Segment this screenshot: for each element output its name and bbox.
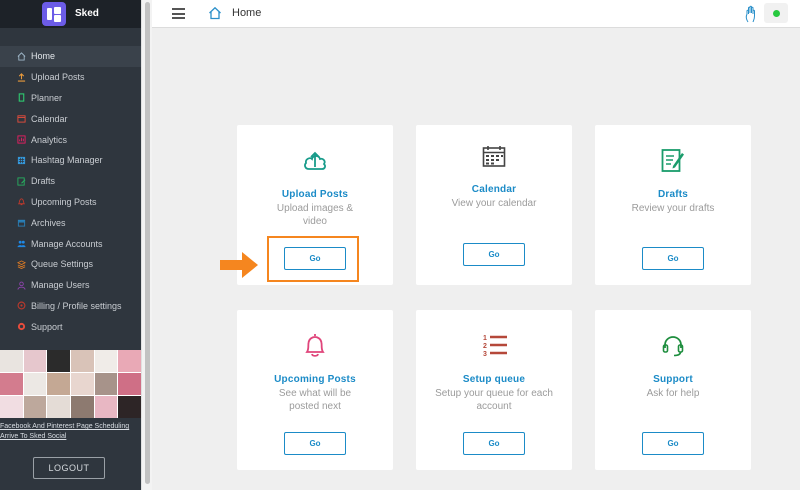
calendar-icon (482, 146, 506, 167)
drafts-icon (661, 149, 684, 172)
card-description: View your calendar (451, 198, 537, 209)
calendar-icon (17, 115, 26, 123)
sidebar-item-label: Drafts (31, 176, 56, 187)
sidebar-item-home[interactable]: Home (0, 46, 141, 67)
sidebar-item-label: Home (31, 51, 56, 62)
card-title: Drafts (657, 189, 689, 200)
sidebar-item-label: Queue Settings (31, 259, 94, 270)
svg-text:2: 2 (483, 343, 487, 350)
card-description: Upload images & video (276, 203, 354, 227)
sidebar-scrollbar[interactable] (141, 0, 152, 490)
hamburger-menu-icon[interactable] (172, 8, 185, 19)
upload-icon (17, 72, 26, 82)
sidebar-item-label: Hashtag Manager (31, 155, 103, 166)
headset-icon (662, 336, 684, 357)
promo-image[interactable] (0, 350, 141, 418)
hashtag-icon (17, 156, 26, 164)
sidebar-item-calendar[interactable]: Calendar (0, 108, 141, 129)
sidebar-item-analytics[interactable]: Analytics (0, 129, 141, 150)
sidebar-item-label: Support (31, 321, 63, 332)
svg-text:1: 1 (483, 335, 487, 342)
sidebar-item-drafts[interactable]: Drafts (0, 171, 141, 192)
analytics-icon (17, 135, 26, 144)
app-name: Sked (75, 8, 99, 19)
home-icon[interactable] (208, 6, 222, 20)
queue-icon (17, 260, 26, 269)
bell-icon (305, 334, 325, 357)
sidebar-item-label: Manage Users (31, 280, 90, 291)
sidebar-item-support[interactable]: Support (0, 316, 141, 337)
sidebar-item-label: Archives (31, 217, 66, 228)
status-indicator[interactable] (764, 3, 788, 23)
sked-logo-icon[interactable] (42, 2, 66, 26)
top-bar: Home (152, 0, 800, 28)
planner-icon (18, 93, 25, 103)
sidebar-item-label: Analytics (31, 134, 68, 145)
sidebar-item-manage-accounts[interactable]: Manage Accounts (0, 233, 141, 254)
go-button[interactable]: Go (642, 247, 704, 270)
numbered-list-icon: 123 (483, 335, 507, 358)
logout-button[interactable]: LOGOUT (33, 457, 105, 479)
card-description: Review your drafts (631, 203, 715, 214)
sidebar-item-planner[interactable]: Planner (0, 88, 141, 109)
promo-link[interactable]: Facebook And Pinterest Page Scheduling A… (0, 422, 141, 442)
card-calendar: Calendar View your calendar Go (416, 125, 572, 285)
scrollbar-thumb[interactable] (145, 2, 150, 484)
home-icon (17, 52, 26, 61)
sidebar-item-label: Billing / Profile settings (31, 300, 122, 311)
sidebar-item-label: Planner (31, 92, 63, 103)
card-upcoming-posts: Upcoming Posts See what will be posted n… (237, 310, 393, 470)
drafts-icon (17, 177, 26, 186)
brand-bar: Sked (0, 0, 141, 28)
online-status-dot (773, 10, 780, 17)
sidebar-item-upload-posts[interactable]: Upload Posts (0, 67, 141, 88)
sidebar-item-manage-users[interactable]: Manage Users (0, 275, 141, 296)
highlight-box (267, 236, 359, 282)
go-button[interactable]: Go (463, 432, 525, 455)
sidebar-item-label: Upcoming Posts (31, 196, 97, 207)
archive-icon (17, 220, 26, 227)
sidebar-nav: Home Upload Posts Planner Calendar Analy… (0, 46, 141, 337)
cloud-upload-icon (304, 151, 326, 170)
card-support: Support Ask for help Go (595, 310, 751, 470)
sidebar-item-hashtag-manager[interactable]: Hashtag Manager (0, 150, 141, 171)
card-title: Upload Posts (281, 189, 349, 200)
card-title: Setup queue (462, 374, 526, 385)
sidebar-item-label: Upload Posts (31, 72, 85, 83)
help-hand-icon[interactable] (744, 5, 758, 23)
sidebar-item-billing-profile[interactable]: Billing / Profile settings (0, 296, 141, 317)
go-button[interactable]: Go (642, 432, 704, 455)
card-title: Support (653, 374, 693, 385)
card-title: Calendar (471, 184, 517, 195)
go-button[interactable]: Go (463, 243, 525, 266)
card-description: See what will be posted next (278, 388, 352, 412)
sidebar-item-queue-settings[interactable]: Queue Settings (0, 254, 141, 275)
support-icon (17, 323, 26, 331)
page-title: Home (232, 7, 262, 19)
sidebar-item-upcoming-posts[interactable]: Upcoming Posts (0, 192, 141, 213)
billing-icon (17, 301, 26, 310)
card-description: Ask for help (646, 388, 700, 399)
sidebar-item-archives[interactable]: Archives (0, 212, 141, 233)
arrow-right-icon (220, 252, 258, 278)
sidebar-item-label: Manage Accounts (31, 238, 103, 249)
sidebar-item-label: Calendar (31, 113, 68, 124)
svg-text:3: 3 (483, 351, 487, 358)
bell-icon (17, 198, 26, 206)
accounts-icon (17, 240, 26, 248)
card-setup-queue: 123 Setup queue Setup your queue for eac… (416, 310, 572, 470)
sidebar: Sked Home Upload Posts Planner Calendar … (0, 0, 141, 490)
go-button[interactable]: Go (284, 432, 346, 455)
users-icon (17, 281, 26, 290)
card-title: Upcoming Posts (274, 374, 356, 385)
card-description: Setup your queue for each account (435, 388, 553, 412)
card-drafts: Drafts Review your drafts Go (595, 125, 751, 285)
